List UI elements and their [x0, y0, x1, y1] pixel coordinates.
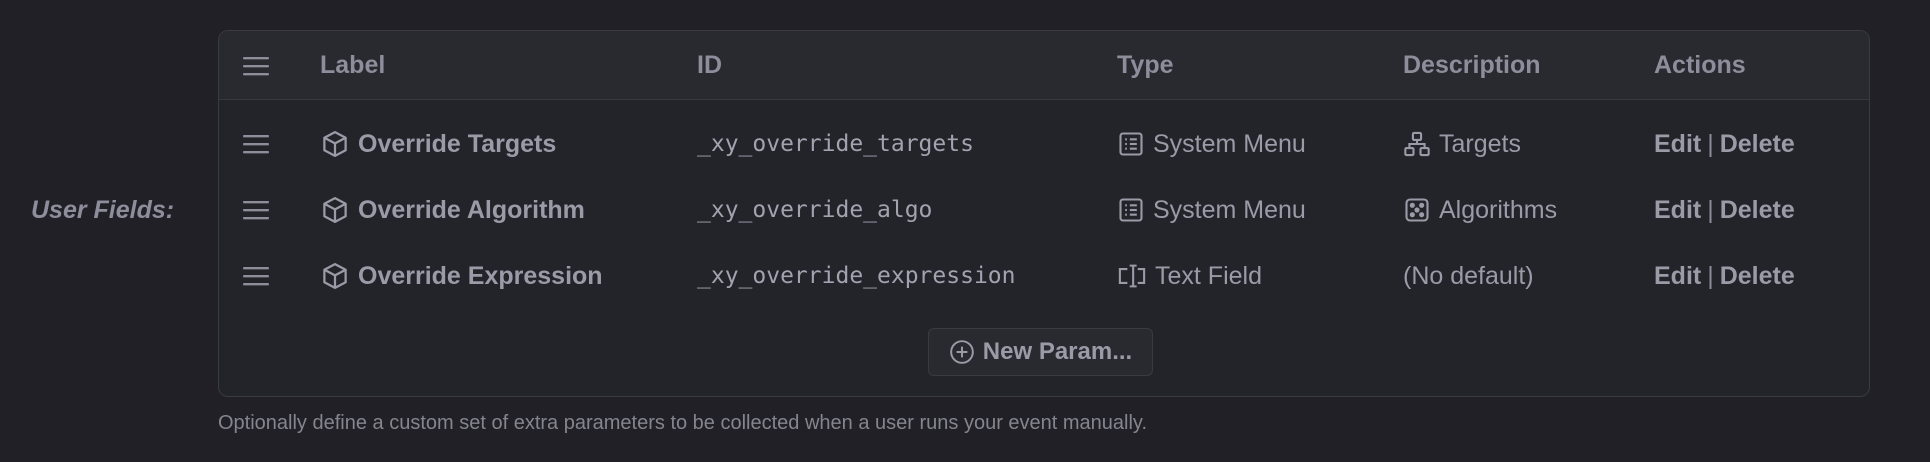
- delete-link[interactable]: Delete: [1720, 130, 1795, 159]
- row-label-cell: Override Expression: [320, 243, 603, 309]
- row-type-cell: Text Field: [1117, 243, 1262, 309]
- table-header: Label ID Type Description Actions: [219, 31, 1869, 100]
- drag-handle-icon[interactable]: [242, 177, 270, 243]
- row-type-cell: System Menu: [1117, 111, 1306, 177]
- column-header-label: Label: [320, 51, 386, 79]
- action-separator: |: [1707, 195, 1714, 224]
- row-type: System Menu: [1153, 195, 1306, 224]
- column-header-description: Description: [1403, 51, 1541, 79]
- action-separator: |: [1707, 261, 1714, 290]
- row-type: Text Field: [1155, 261, 1262, 290]
- table-row: Override Algorithm _xy_override_algo Sys…: [219, 177, 1869, 243]
- cube-icon: [320, 195, 350, 225]
- row-id: _xy_override_expression: [697, 263, 1016, 289]
- drag-handle-icon[interactable]: [242, 243, 270, 309]
- new-param-label: New Param...: [982, 338, 1133, 365]
- list-icon: [1117, 196, 1145, 224]
- row-label-cell: Override Targets: [320, 111, 556, 177]
- action-separator: |: [1707, 129, 1714, 158]
- cube-icon: [320, 129, 350, 159]
- delete-link[interactable]: Delete: [1720, 262, 1795, 291]
- row-id: _xy_override_targets: [697, 131, 974, 157]
- row-actions: Edit | Delete: [1654, 177, 1795, 243]
- row-actions: Edit | Delete: [1654, 243, 1795, 309]
- row-id: _xy_override_algo: [697, 197, 933, 223]
- table-row: Override Targets _xy_override_targets Sy…: [219, 111, 1869, 177]
- row-label: Override Expression: [358, 261, 603, 290]
- row-label: Override Targets: [358, 129, 557, 158]
- user-fields-label: User Fields:: [31, 196, 175, 224]
- column-header-id: ID: [697, 51, 722, 79]
- row-type: System Menu: [1153, 129, 1306, 158]
- row-description: (No default): [1403, 261, 1534, 290]
- column-header-actions: Actions: [1654, 51, 1746, 79]
- list-icon: [1117, 130, 1145, 158]
- cube-icon: [320, 261, 350, 291]
- row-actions: Edit | Delete: [1654, 111, 1795, 177]
- row-label: Override Algorithm: [358, 195, 585, 224]
- edit-link[interactable]: Edit: [1654, 262, 1701, 291]
- edit-link[interactable]: Edit: [1654, 130, 1701, 159]
- row-description: Targets: [1439, 129, 1521, 158]
- row-description: Algorithms: [1439, 195, 1558, 224]
- sitemap-icon: [1403, 130, 1431, 158]
- text-field-icon: [1117, 262, 1147, 290]
- dice-icon: [1403, 196, 1431, 224]
- edit-link[interactable]: Edit: [1654, 196, 1701, 225]
- row-type-cell: System Menu: [1117, 177, 1306, 243]
- new-param-button[interactable]: New Param...: [928, 328, 1153, 376]
- user-fields-table: Label ID Type Description Actions Overri…: [218, 30, 1870, 397]
- drag-handle-icon[interactable]: [242, 111, 270, 177]
- table-row: Override Expression _xy_override_express…: [219, 243, 1869, 309]
- row-description-cell: Algorithms: [1403, 177, 1557, 243]
- plus-circle-icon: [949, 339, 975, 365]
- row-label-cell: Override Algorithm: [320, 177, 585, 243]
- drag-handle-icon[interactable]: [242, 31, 270, 100]
- column-header-type: Type: [1117, 51, 1174, 79]
- help-text: Optionally define a custom set of extra …: [218, 412, 1148, 434]
- delete-link[interactable]: Delete: [1720, 196, 1795, 225]
- row-description-cell: Targets: [1403, 111, 1521, 177]
